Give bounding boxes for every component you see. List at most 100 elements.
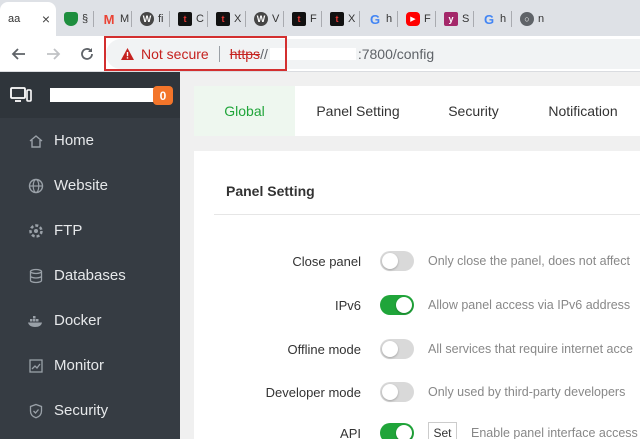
api-set-button[interactable]: Set	[428, 422, 457, 439]
setting-row-ipv6: IPv6 Allow panel access via IPv6 address	[194, 293, 640, 319]
browser-tab[interactable]: §	[56, 2, 94, 36]
arrow-right-icon	[47, 47, 61, 60]
sidebar-item-label: Website	[54, 177, 108, 194]
sidebar-item-label: FTP	[54, 222, 83, 239]
shield-icon	[27, 402, 44, 419]
setting-row-close-panel: Close panel Only close the panel, does n…	[194, 249, 640, 275]
browser-tab[interactable]: t X	[208, 2, 246, 36]
tab-global[interactable]: Global	[194, 86, 295, 136]
sidebar-item-label: Docker	[54, 312, 102, 329]
tab-notification[interactable]: Notification	[526, 86, 640, 136]
browser-tab[interactable]: M M Ir	[94, 2, 132, 36]
sidebar-item-home[interactable]: Home	[0, 118, 180, 163]
setting-label: Close panel	[292, 254, 361, 269]
tab-security[interactable]: Security	[421, 86, 526, 136]
google-icon: G	[369, 11, 381, 27]
notification-badge[interactable]: 0	[153, 86, 173, 105]
browser-tab-title: F	[310, 13, 317, 25]
sidebar-item-docker[interactable]: Docker	[0, 298, 180, 343]
sidebar-item-monitor[interactable]: Monitor	[0, 343, 180, 388]
setting-label: Offline mode	[287, 342, 361, 357]
offline-mode-toggle[interactable]	[380, 339, 414, 359]
docker-icon	[27, 312, 44, 329]
browser-tab[interactable]: t C	[170, 2, 208, 36]
annotation-highlight-box	[104, 36, 287, 71]
browser-tab[interactable]: y S	[436, 2, 474, 36]
setting-description: All services that require internet acce	[428, 342, 633, 356]
browser-tab-title: X	[348, 13, 356, 25]
browser-tab-title: C	[196, 13, 204, 25]
tab-panel-setting[interactable]: Panel Setting	[295, 86, 421, 136]
sidebar-item-label: Databases	[54, 267, 126, 284]
setting-description: Only used by third-party developers	[428, 385, 626, 399]
wordpress-icon: W	[140, 12, 154, 26]
sidebar: 0 Home Website FTP Databases Docker Moni…	[0, 72, 180, 439]
reload-button[interactable]	[72, 39, 102, 69]
browser-tab-title: V	[272, 13, 280, 25]
home-icon	[27, 132, 44, 149]
database-icon	[27, 267, 44, 284]
forward-button[interactable]	[38, 39, 68, 69]
red-logo-icon: t	[292, 12, 306, 26]
setting-row-offline-mode: Offline mode All services that require i…	[194, 337, 640, 363]
youtube-icon: ▶	[406, 12, 420, 26]
panel-setting-card: Panel Setting Close panel Only close the…	[194, 151, 640, 439]
wordpress-icon: W	[254, 12, 268, 26]
setting-description: Only close the panel, does not affect	[428, 254, 630, 268]
sidebar-item-security[interactable]: Security	[0, 388, 180, 433]
monitor-icon	[27, 357, 44, 374]
browser-tab[interactable]: t X	[322, 2, 360, 36]
main-content: Global Panel Setting Security Notificati…	[180, 72, 640, 439]
browser-tab[interactable]: W V	[246, 2, 284, 36]
browser-tab[interactable]: G h	[474, 2, 512, 36]
red-logo-icon: t	[178, 12, 192, 26]
redacted-server-name	[50, 88, 158, 102]
settings-tabs: Global Panel Setting Security Notificati…	[194, 86, 640, 136]
browser-tab-strip: aa × § M M Ir W fi t C t X W V t F t X G…	[0, 0, 640, 36]
yoast-icon: y	[444, 12, 458, 26]
red-logo-icon: t	[216, 12, 230, 26]
gmail-icon: M	[103, 11, 115, 27]
browser-tab-title: X	[234, 13, 242, 25]
browser-tab-active[interactable]: aa ×	[0, 2, 56, 36]
browser-tab-title: n	[538, 13, 545, 25]
reload-icon	[81, 47, 93, 60]
globe-icon: ○	[520, 12, 534, 26]
api-toggle[interactable]	[380, 423, 414, 439]
setting-label: API	[340, 426, 361, 439]
browser-tab[interactable]: G h	[360, 2, 398, 36]
setting-row-api: API Set Enable panel interface access	[194, 421, 640, 439]
setting-description: Allow panel access via IPv6 address	[428, 298, 631, 312]
browser-tab-title: aa	[8, 13, 21, 25]
browser-toolbar: Not secure https// :7800/config	[0, 36, 640, 72]
close-icon[interactable]: ×	[42, 11, 50, 27]
globe-icon	[27, 177, 44, 194]
sidebar-item-label: Monitor	[54, 357, 105, 374]
setting-label: Developer mode	[265, 385, 361, 400]
setting-row-developer-mode: Developer mode Only used by third-party …	[194, 380, 640, 406]
ftp-icon	[27, 222, 44, 239]
monitor-device-icon	[10, 87, 32, 102]
red-logo-icon: t	[330, 12, 344, 26]
sidebar-item-label: Security	[54, 402, 109, 419]
sidebar-item-databases[interactable]: Databases	[0, 253, 180, 298]
browser-tab[interactable]: ○ n	[512, 2, 550, 36]
sidebar-item-ftp[interactable]: FTP	[0, 208, 180, 253]
back-button[interactable]	[4, 39, 34, 69]
developer-mode-toggle[interactable]	[380, 382, 414, 402]
browser-tab[interactable]: t F	[284, 2, 322, 36]
sidebar-item-label: Home	[54, 132, 95, 149]
browser-tab[interactable]: W fi	[132, 2, 170, 36]
section-title: Panel Setting	[226, 183, 315, 199]
browser-tab-title: §	[82, 13, 89, 25]
close-panel-toggle[interactable]	[380, 251, 414, 271]
browser-tab-title: h	[386, 13, 393, 25]
ipv6-toggle[interactable]	[380, 295, 414, 315]
browser-tab-title: fi	[158, 13, 164, 25]
sidebar-item-website[interactable]: Website	[0, 163, 180, 208]
browser-tab-title: h	[500, 13, 507, 25]
url-path: :7800/config	[357, 46, 435, 62]
browser-tab[interactable]: ▶ F	[398, 2, 436, 36]
setting-description: Enable panel interface access	[471, 426, 638, 439]
browser-tab-title: S	[462, 13, 470, 25]
